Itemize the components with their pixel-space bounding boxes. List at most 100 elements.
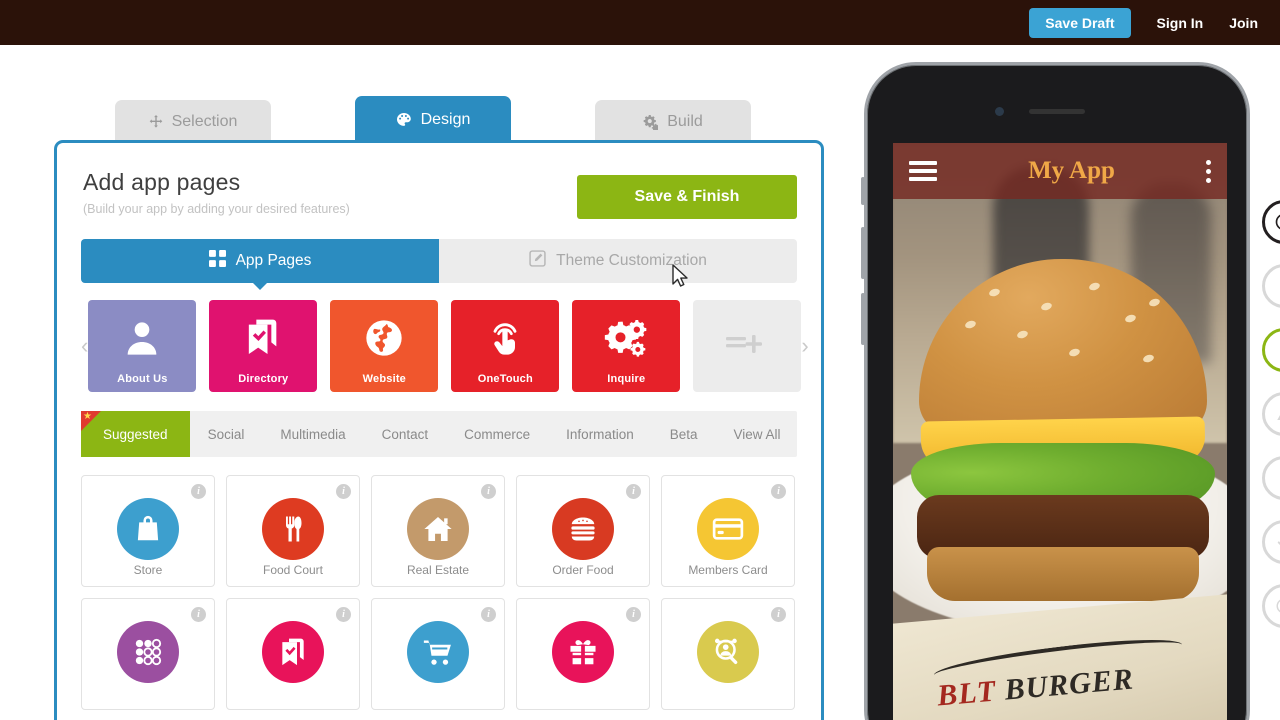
feature-card-gift[interactable]: i — [516, 598, 650, 710]
phone-screen: BLT BURGER My App — [893, 143, 1227, 720]
panel-subtabs: App Pages Theme Customization — [81, 239, 797, 290]
rail-button-clock[interactable] — [1262, 200, 1280, 244]
phone-earpiece-speaker — [1029, 109, 1085, 114]
category-label: Suggested — [103, 426, 168, 442]
info-icon[interactable]: i — [336, 607, 351, 622]
people-search-icon — [697, 621, 759, 683]
save-draft-button[interactable]: Save Draft — [1029, 7, 1131, 38]
info-icon[interactable]: i — [191, 484, 206, 499]
selected-page-tile[interactable]: OneTouch — [451, 300, 560, 392]
hamburger-icon[interactable] — [909, 157, 937, 185]
gears-icon — [604, 318, 648, 363]
feature-label: Order Food — [552, 563, 614, 577]
step-tab-label: Selection — [171, 113, 238, 130]
selected-page-label: Inquire — [607, 373, 646, 385]
step-tab-label: Build — [667, 113, 703, 130]
user-icon — [121, 318, 163, 363]
palette-icon — [396, 112, 412, 128]
join-link[interactable]: Join — [1229, 15, 1258, 31]
right-tool-rail — [1254, 200, 1280, 648]
dots-grid-icon — [117, 621, 179, 683]
feature-label: Real Estate — [406, 563, 470, 577]
photo-brand-blt: BLT — [935, 674, 998, 713]
feature-card-members-card[interactable]: i Members Card — [661, 475, 795, 587]
carousel-track: About Us Directory Website OneTouch Inqu… — [88, 300, 802, 392]
credit-card-icon — [697, 498, 759, 560]
feature-label: Members Card — [688, 563, 768, 577]
feature-card-directory[interactable]: i — [226, 598, 360, 710]
step-tab-build[interactable]: Build — [595, 100, 751, 144]
sign-in-link[interactable]: Sign In — [1157, 15, 1204, 31]
phone-preview: BLT BURGER My App — [861, 62, 1250, 720]
selected-page-label: OneTouch — [477, 373, 533, 385]
step-tab-selection[interactable]: Selection — [115, 100, 271, 144]
phone-front-camera — [995, 107, 1004, 116]
info-icon[interactable]: i — [481, 484, 496, 499]
category-label: Information — [566, 426, 634, 442]
feature-card-shopping-cart[interactable]: i — [371, 598, 505, 710]
feature-grid: i Store i Food Court i Real Estate i Ord… — [81, 475, 797, 710]
house-icon — [407, 498, 469, 560]
app-hero-photo: BLT BURGER — [893, 143, 1227, 720]
category-label: Beta — [669, 426, 698, 442]
selected-page-label: About Us — [117, 373, 168, 385]
feature-category-tabs: ★ Suggested Social Multimedia Contact Co… — [81, 411, 797, 457]
gears-icon — [643, 114, 659, 130]
tab-theme-customization[interactable]: Theme Customization — [439, 239, 797, 283]
category-tab-social[interactable]: Social — [190, 411, 263, 457]
info-icon[interactable]: i — [771, 607, 786, 622]
info-icon[interactable]: i — [481, 607, 496, 622]
selected-page-tile[interactable]: About Us — [88, 300, 197, 392]
feature-card-dots-grid[interactable]: i — [81, 598, 215, 710]
directory-icon — [242, 318, 284, 363]
tab-app-pages[interactable]: App Pages — [81, 239, 439, 290]
phone-volume-up-button — [861, 227, 865, 279]
tab-label: App Pages — [235, 252, 312, 269]
app-top-bar: My App — [893, 143, 1227, 199]
add-app-pages-panel: Add app pages (Build your app by adding … — [54, 140, 824, 720]
grid-icon — [208, 250, 226, 272]
info-icon[interactable]: i — [626, 607, 641, 622]
feature-card-order-food[interactable]: i Order Food — [516, 475, 650, 587]
step-tab-label: Design — [420, 111, 471, 128]
app-title: My App — [1028, 157, 1115, 184]
tap-hand-icon — [484, 318, 526, 363]
selected-page-tile[interactable]: Inquire — [572, 300, 681, 392]
carousel-next-button[interactable]: › — [801, 335, 808, 357]
category-label: Commerce — [464, 426, 531, 442]
info-icon[interactable]: i — [771, 484, 786, 499]
rail-button-info[interactable] — [1262, 456, 1280, 500]
rail-button-check[interactable] — [1262, 520, 1280, 564]
info-icon[interactable]: i — [191, 607, 206, 622]
save-and-finish-button[interactable]: Save & Finish — [577, 175, 797, 219]
shopping-bag-icon — [117, 498, 179, 560]
category-tab-contact[interactable]: Contact — [364, 411, 447, 457]
category-tab-multimedia[interactable]: Multimedia — [262, 411, 363, 457]
selected-page-tile[interactable]: Directory — [209, 300, 318, 392]
info-icon[interactable]: i — [336, 484, 351, 499]
selected-page-label: Directory — [238, 373, 289, 385]
carousel-prev-button[interactable]: ‹ — [81, 335, 88, 357]
info-icon[interactable]: i — [626, 484, 641, 499]
rail-button-warning[interactable] — [1262, 392, 1280, 436]
category-tab-commerce[interactable]: Commerce — [446, 411, 548, 457]
feature-card-food-court[interactable]: i Food Court — [226, 475, 360, 587]
tab-label: Theme Customization — [556, 252, 707, 269]
category-tab-information[interactable]: Information — [548, 411, 652, 457]
selected-page-tile[interactable]: Website — [330, 300, 439, 392]
step-tab-design[interactable]: Design — [355, 96, 511, 144]
category-tab-beta[interactable]: Beta — [652, 411, 716, 457]
rail-button-play[interactable] — [1262, 328, 1280, 372]
feature-card-real-estate[interactable]: i Real Estate — [371, 475, 505, 587]
feature-card-store[interactable]: i Store — [81, 475, 215, 587]
category-tab-suggested[interactable]: ★ Suggested — [81, 411, 190, 457]
add-page-tile[interactable] — [693, 300, 802, 392]
kebab-menu-icon[interactable] — [1206, 156, 1211, 187]
globe-icon — [363, 318, 405, 363]
category-label: Contact — [381, 426, 429, 442]
view-all-button[interactable]: View All — [716, 411, 799, 457]
feature-card-people-search[interactable]: i — [661, 598, 795, 710]
rail-button-gear[interactable] — [1262, 584, 1280, 628]
rail-button-pause[interactable] — [1262, 264, 1280, 308]
directory-icon — [262, 621, 324, 683]
